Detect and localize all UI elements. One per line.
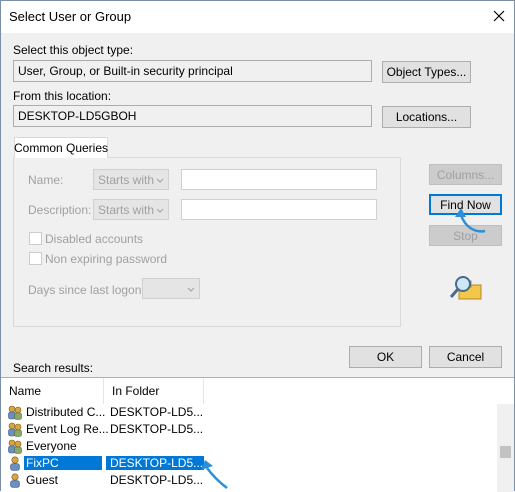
- row-folder: DESKTOP-LD5...: [110, 422, 204, 436]
- row-name: Event Log Re...: [26, 422, 109, 436]
- search-results-list[interactable]: Name In Folder Distributed C... DESKTOP-L…: [1, 377, 514, 492]
- chevron-down-icon: [156, 204, 164, 218]
- row-folder: DESKTOP-LD5...: [110, 473, 204, 487]
- row-name: FixPC: [24, 456, 102, 470]
- dialog-title: Select User or Group: [9, 9, 132, 24]
- chevron-down-icon: [156, 174, 164, 188]
- results-scrollbar[interactable]: [497, 404, 514, 492]
- name-match-select[interactable]: Starts with: [93, 169, 169, 190]
- locations-button[interactable]: Locations...: [382, 106, 471, 128]
- disabled-accounts-label: Disabled accounts: [45, 232, 144, 246]
- group-icon: [7, 405, 23, 420]
- table-row[interactable]: FixPC DESKTOP-LD5...: [1, 455, 496, 472]
- select-user-or-group-dialog: Select User or Group Select this object …: [0, 0, 515, 492]
- search-animation-icon: [449, 276, 482, 300]
- table-row[interactable]: Event Log Re... DESKTOP-LD5...: [1, 421, 496, 438]
- disabled-accounts-checkbox[interactable]: [29, 232, 42, 245]
- table-row[interactable]: Everyone: [1, 438, 496, 455]
- title-bar: Select User or Group: [1, 1, 514, 33]
- annotation-arrow-icon: [455, 208, 486, 233]
- column-header-name[interactable]: Name: [1, 378, 104, 404]
- group-icon: [7, 422, 23, 437]
- tab-common-queries[interactable]: Common Queries: [14, 137, 108, 158]
- object-types-button[interactable]: Object Types...: [382, 61, 471, 83]
- table-row[interactable]: Distributed C... DESKTOP-LD5...: [1, 404, 496, 421]
- row-name: Guest: [26, 473, 59, 487]
- non-expiring-password-label: Non expiring password: [45, 252, 168, 266]
- description-label: Description:: [28, 203, 92, 217]
- chevron-down-icon: [187, 283, 195, 297]
- ok-button[interactable]: OK: [349, 346, 422, 368]
- close-icon: [493, 10, 505, 22]
- description-match-select[interactable]: Starts with: [93, 199, 169, 220]
- annotation-arrow-icon: [201, 460, 228, 489]
- description-input[interactable]: [181, 199, 377, 220]
- row-folder: DESKTOP-LD5...: [110, 405, 204, 419]
- group-icon: [7, 439, 23, 454]
- location-label: From this location:: [13, 89, 112, 103]
- scrollbar-thumb[interactable]: [500, 446, 511, 458]
- name-input[interactable]: [181, 169, 377, 190]
- close-button[interactable]: [484, 1, 514, 31]
- days-since-logon-select[interactable]: [142, 278, 200, 299]
- object-type-label: Select this object type:: [13, 43, 134, 57]
- description-match-value: Starts with: [98, 203, 155, 217]
- days-since-logon-label: Days since last logon:: [28, 283, 145, 297]
- search-results-label: Search results:: [13, 361, 94, 375]
- user-icon: [7, 456, 23, 471]
- name-label: Name:: [28, 173, 64, 187]
- columns-button[interactable]: Columns...: [429, 164, 502, 185]
- non-expiring-password-checkbox[interactable]: [29, 252, 42, 265]
- name-match-value: Starts with: [98, 173, 155, 187]
- row-name: Everyone: [26, 439, 77, 453]
- object-type-field: User, Group, or Built-in security princi…: [13, 60, 372, 82]
- location-field: DESKTOP-LD5GBOH: [13, 105, 372, 127]
- column-header-in-folder[interactable]: In Folder: [104, 378, 204, 404]
- row-name: Distributed C...: [26, 405, 106, 419]
- row-folder: DESKTOP-LD5...: [106, 456, 204, 470]
- cancel-button[interactable]: Cancel: [429, 346, 502, 368]
- table-row[interactable]: Guest DESKTOP-LD5...: [1, 472, 496, 489]
- user-icon: [7, 473, 23, 488]
